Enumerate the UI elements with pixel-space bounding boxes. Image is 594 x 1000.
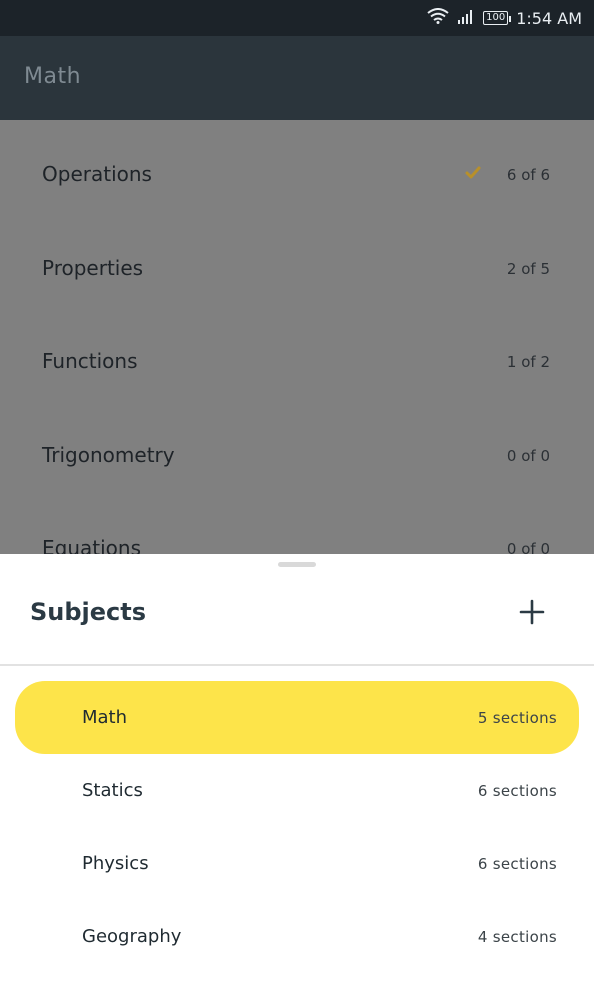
sheet-header: Subjects [0,574,594,666]
section-row-properties[interactable]: Properties 2 of 5 [0,214,594,308]
subject-name: Geography [82,926,182,947]
subject-list: Math 5 sections Statics 6 sections Physi… [0,681,594,973]
status-icons: 100 1:54 AM [427,0,582,36]
section-row-trigonometry[interactable]: Trigonometry 0 of 0 [0,401,594,495]
drag-handle[interactable] [278,562,316,567]
subject-item-geography[interactable]: Geography 4 sections [15,900,579,973]
section-name: Trigonometry [42,442,175,467]
status-bar: 100 1:54 AM [0,0,594,36]
section-name: Properties [42,255,144,280]
battery-icon: 100 [483,11,512,25]
subject-item-physics[interactable]: Physics 6 sections [15,827,579,900]
app-bar: Math [0,36,594,120]
wifi-icon [427,8,449,28]
subject-count: 5 sections [477,709,557,727]
section-count: 6 of 6 [506,166,550,184]
section-row-functions[interactable]: Functions 1 of 2 [0,307,594,401]
subject-count: 6 sections [477,855,557,873]
subject-name: Statics [82,780,143,801]
section-count: 0 of 0 [506,540,550,554]
subjects-bottom-sheet: Subjects Math 5 sections Statics 6 secti… [0,554,594,1000]
check-icon [464,164,482,182]
sheet-title: Subjects [30,598,147,626]
section-count: 1 of 2 [506,353,550,371]
section-name: Equations [42,536,141,554]
subject-item-statics[interactable]: Statics 6 sections [15,754,579,827]
subject-name: Physics [82,853,149,874]
subject-count: 6 sections [477,782,557,800]
section-row-operations[interactable]: Operations 6 of 6 [0,120,594,214]
add-subject-button[interactable] [512,594,552,634]
subject-item-math[interactable]: Math 5 sections [15,681,579,754]
section-name: Operations [42,162,152,186]
section-name: Functions [42,349,138,373]
plus-icon [519,599,545,629]
clock: 1:54 AM [516,8,582,28]
subject-name: Math [82,707,128,728]
page-title: Math [24,64,82,89]
section-list: Operations 6 of 6 Properties 2 of 5 Func… [0,120,594,554]
section-count: 0 of 0 [506,446,550,465]
section-row-equations[interactable]: Equations 0 of 0 [0,494,594,554]
subject-count: 4 sections [477,928,557,946]
section-count: 2 of 5 [506,259,550,278]
signal-icon [457,8,475,28]
